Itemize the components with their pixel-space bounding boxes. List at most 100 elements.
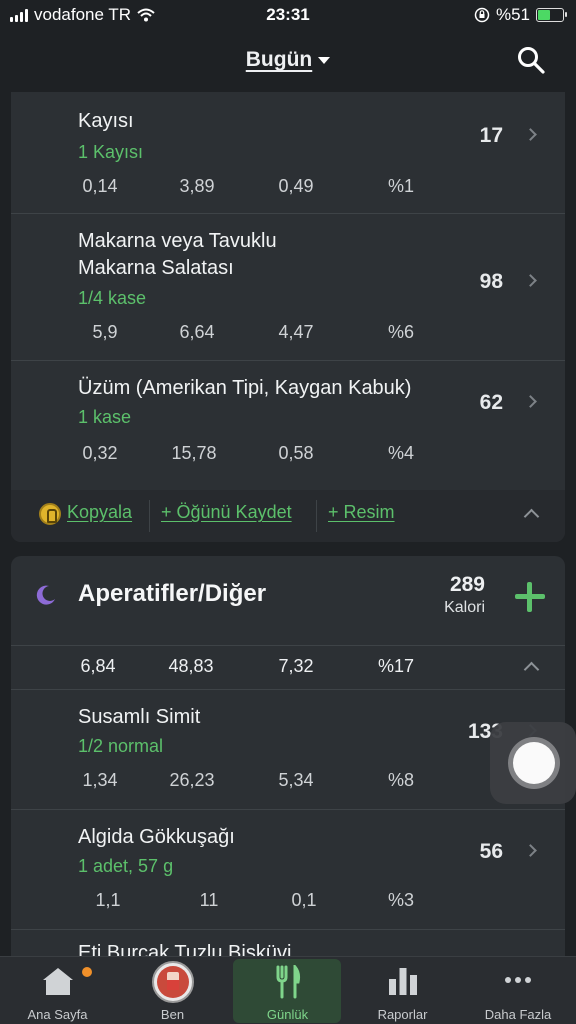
divider <box>149 500 150 532</box>
tab-reports[interactable]: Raporlar <box>345 957 460 1024</box>
chevron-right-icon <box>524 128 537 141</box>
save-meal-button[interactable]: + Öğünü Kaydet <box>161 502 292 523</box>
total-fat: 6,84 <box>80 656 116 676</box>
add-photo-button[interactable]: + Resim <box>328 502 395 523</box>
food-name-line: Makarna Salatası <box>78 257 234 279</box>
meal-calories-value: 289 <box>449 573 485 596</box>
tab-label: Ben <box>160 1007 185 1022</box>
tab-home[interactable]: Ana Sayfa <box>0 957 115 1024</box>
macro-percent: %4 <box>387 443 415 463</box>
battery-icon <box>536 8 567 22</box>
meal-macros: 6,84 48,83 7,32 %17 <box>11 656 565 682</box>
macro-percent: %6 <box>387 322 415 342</box>
meal-title: Aperatifler/Diğer <box>78 580 267 607</box>
search-icon[interactable] <box>516 45 546 75</box>
macro-fat: 1,34 <box>82 770 118 790</box>
macro-percent: %1 <box>387 176 415 196</box>
home-icon <box>42 968 73 995</box>
food-name: Kayısı <box>78 110 134 132</box>
food-name: Makarna veya Tavuklu Makarna Salatası <box>78 228 277 282</box>
chevron-right-icon <box>524 844 537 857</box>
copy-button[interactable]: Kopyala <box>67 502 132 523</box>
add-food-plus-icon[interactable] <box>515 582 545 612</box>
food-row[interactable]: Susamlı Simit 1/2 normal 133 1,34 26,23 … <box>11 690 565 810</box>
food-name: Susamlı Simit <box>78 706 201 728</box>
food-macros: 1,34 26,23 5,34 %8 <box>11 770 565 796</box>
food-row[interactable]: Kayısı 1 Kayısı 17 0,14 3,89 0,49 %1 <box>11 92 565 214</box>
tab-diary[interactable]: Günlük <box>230 957 345 1024</box>
date-title: Bugün <box>245 48 313 71</box>
food-macros: 0,14 3,89 0,49 %1 <box>11 176 565 202</box>
food-serving: 1/4 kase <box>78 288 147 308</box>
macro-percent: %3 <box>387 890 415 910</box>
tab-label: Raporlar <box>377 1007 428 1022</box>
tab-label: Günlük <box>266 1007 309 1022</box>
meal-card-snacks: Aperatifler/Diğer 289 Kalori 6,84 48,83 … <box>11 556 565 976</box>
meal-actions-bar: Kopyala + Öğünü Kaydet + Resim <box>11 490 565 542</box>
macro-fat: 0,14 <box>82 176 118 196</box>
food-serving: 1/2 normal <box>78 736 164 756</box>
tab-label: Daha Fazla <box>484 1007 552 1022</box>
food-macros: 1,1 11 0,1 %3 <box>11 890 565 916</box>
macro-carb: 6,64 <box>179 322 215 342</box>
battery-percent: %51 <box>495 5 530 24</box>
notification-badge <box>82 967 92 977</box>
macro-percent: %8 <box>387 770 415 790</box>
bar-chart-icon <box>388 968 417 995</box>
macro-protein: 0,58 <box>278 443 314 463</box>
total-carb: 48,83 <box>168 656 214 676</box>
orientation-lock-icon <box>474 7 490 23</box>
divider <box>316 500 317 532</box>
food-serving: 1 Kayısı <box>78 142 144 162</box>
collapse-chevron-icon[interactable] <box>523 508 540 525</box>
fork-knife-icon <box>276 965 300 999</box>
meal-calories: 289 Kalori <box>444 573 485 617</box>
food-row[interactable]: Makarna veya Tavuklu Makarna Salatası 1/… <box>11 214 565 361</box>
food-row[interactable]: Üzüm (Amerikan Tipi, Kaygan Kabuk) 1 kas… <box>11 361 565 490</box>
food-calories: 56 <box>479 840 503 863</box>
top-header: Bugün <box>0 32 576 90</box>
food-name: Üzüm (Amerikan Tipi, Kaygan Kabuk) <box>78 377 412 399</box>
macro-fat: 1,1 <box>95 890 121 910</box>
meal-header: Aperatifler/Diğer 289 Kalori <box>11 556 565 646</box>
chevron-right-icon <box>524 395 537 408</box>
food-serving: 1 kase <box>78 407 132 427</box>
tab-label: Ana Sayfa <box>27 1007 88 1022</box>
macro-carb: 3,89 <box>179 176 215 196</box>
premium-key-icon <box>39 503 61 525</box>
meal-totals-row: 6,84 48,83 7,32 %17 <box>11 646 565 690</box>
moon-icon <box>36 585 55 605</box>
food-row[interactable]: Algida Gökkuşağı 1 adet, 57 g 56 1,1 11 … <box>11 810 565 930</box>
food-calories: 17 <box>479 124 503 147</box>
assistive-touch-button[interactable] <box>490 722 576 804</box>
avatar-icon <box>151 961 194 1003</box>
meal-card-previous: Kayısı 1 Kayısı 17 0,14 3,89 0,49 %1 Mak… <box>11 92 565 542</box>
macro-protein: 5,34 <box>278 770 314 790</box>
food-calories: 98 <box>479 270 503 293</box>
food-name: Algida Gökkuşağı <box>78 826 235 848</box>
macro-fat: 0,32 <box>82 443 118 463</box>
macro-protein: 4,47 <box>278 322 314 342</box>
date-selector[interactable]: Bugün <box>0 48 576 72</box>
total-protein: 7,32 <box>278 656 314 676</box>
more-icon <box>505 977 531 983</box>
tab-more[interactable]: Daha Fazla <box>460 957 576 1024</box>
tab-me[interactable]: Ben <box>115 957 230 1024</box>
food-macros: 5,9 6,64 4,47 %6 <box>11 322 565 348</box>
macro-protein: 0,49 <box>278 176 314 196</box>
macro-carb: 15,78 <box>171 443 217 463</box>
macro-carb: 11 <box>199 890 219 910</box>
status-bar: vodafone TR 23:31 %51 <box>0 0 576 32</box>
total-percent: %17 <box>377 656 415 676</box>
chevron-right-icon <box>524 274 537 287</box>
food-macros: 0,32 15,78 0,58 %4 <box>11 443 565 469</box>
macro-carb: 26,23 <box>169 770 215 790</box>
food-name-line: Makarna veya Tavuklu <box>78 230 277 252</box>
app-screen: vodafone TR 23:31 %51 Bugün Kayısı 1 Kay… <box>0 0 576 1024</box>
macro-protein: 0,1 <box>291 890 317 910</box>
food-calories: 62 <box>479 391 503 414</box>
macro-fat: 5,9 <box>92 322 118 342</box>
tab-bar: Ana Sayfa Ben Günlük Raporlar Daha Fazla <box>0 956 576 1024</box>
food-serving: 1 adet, 57 g <box>78 856 174 876</box>
caret-down-icon <box>318 56 331 64</box>
